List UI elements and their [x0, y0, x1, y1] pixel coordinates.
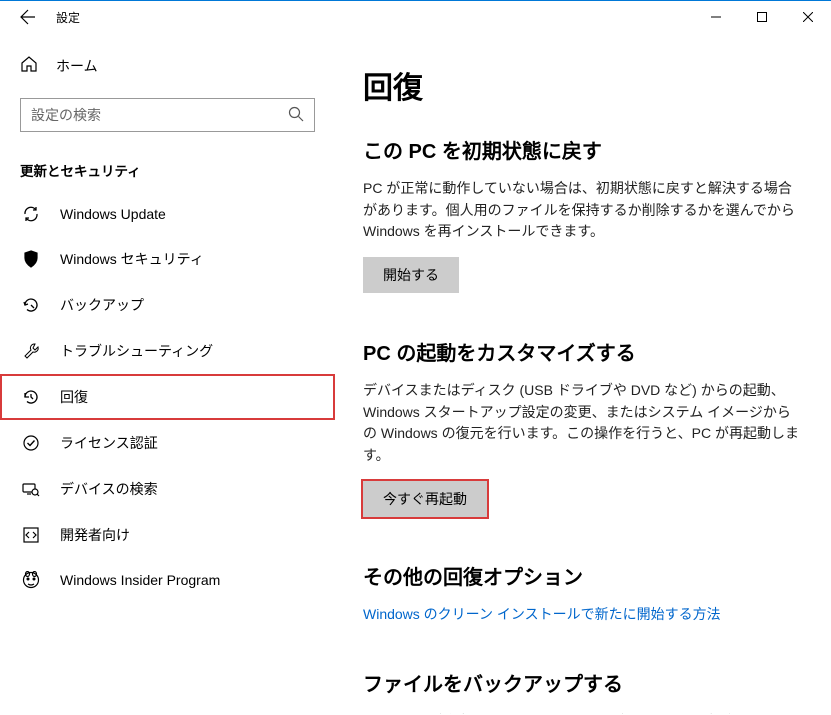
section-title-reset: この PC を初期状態に戻す [363, 135, 803, 164]
window-controls [693, 1, 831, 33]
sidebar: ホーム 更新とセキュリティ Windows Update Windows セキュ… [0, 33, 335, 714]
sidebar-item-label: トラブルシューティング [60, 341, 213, 361]
page-title: 回復 [363, 63, 803, 107]
main-panel: 回復 この PC を初期状態に戻す PC が正常に動作していない場合は、初期状態… [335, 33, 831, 714]
maximize-icon [757, 12, 767, 22]
history-icon [22, 388, 40, 406]
section-startup: PC の起動をカスタマイズする デバイスまたはディスク (USB ドライブや D… [363, 337, 803, 517]
window-title: 設定 [56, 9, 80, 26]
minimize-button[interactable] [693, 1, 739, 33]
sidebar-item-troubleshoot[interactable]: トラブルシューティング [0, 328, 335, 374]
sidebar-item-windows-security[interactable]: Windows セキュリティ [0, 236, 335, 282]
code-icon [22, 526, 40, 544]
sidebar-item-label: デバイスの検索 [60, 479, 158, 499]
content: ホーム 更新とセキュリティ Windows Update Windows セキュ… [0, 33, 831, 714]
section-other: その他の回復オプション Windows のクリーン インストールで新たに開始する… [363, 561, 803, 624]
section-backup: ファイルをバックアップする PC で問題が発生したら、元のファイルが見つからない… [363, 668, 803, 714]
home-icon [20, 55, 38, 76]
sync-icon [22, 205, 40, 223]
sidebar-item-label: バックアップ [60, 295, 144, 315]
sidebar-item-label: 回復 [60, 387, 88, 407]
sidebar-section-label: 更新とセキュリティ [0, 132, 335, 192]
sidebar-item-find-device[interactable]: デバイスの検索 [0, 466, 335, 512]
close-icon [803, 12, 813, 22]
backup-icon [22, 296, 40, 314]
titlebar: 設定 [0, 1, 831, 33]
check-circle-icon [22, 434, 40, 452]
section-title-startup: PC の起動をカスタマイズする [363, 337, 803, 366]
search-input[interactable] [31, 107, 288, 123]
back-button[interactable] [8, 1, 48, 33]
sidebar-item-recovery[interactable]: 回復 [0, 374, 335, 420]
section-desc-reset: PC が正常に動作していない場合は、初期状態に戻すと解決する場合があります。個人… [363, 178, 803, 243]
sidebar-item-label: ライセンス認証 [60, 433, 158, 453]
sidebar-item-label: Windows セキュリティ [60, 249, 204, 269]
sidebar-item-insider[interactable]: Windows Insider Program [0, 558, 335, 602]
arrow-left-icon [20, 9, 36, 25]
home-label: ホーム [56, 56, 98, 76]
clean-install-link[interactable]: Windows のクリーン インストールで新たに開始する方法 [363, 606, 721, 622]
section-desc-startup: デバイスまたはディスク (USB ドライブや DVD など) からの起動、Win… [363, 380, 803, 467]
sidebar-item-activation[interactable]: ライセンス認証 [0, 420, 335, 466]
maximize-button[interactable] [739, 1, 785, 33]
close-button[interactable] [785, 1, 831, 33]
sidebar-item-label: Windows Update [60, 206, 166, 222]
wrench-icon [22, 342, 40, 360]
shield-icon [22, 250, 40, 268]
section-title-other: その他の回復オプション [363, 561, 803, 590]
section-title-backup: ファイルをバックアップする [363, 668, 803, 697]
sidebar-item-developers[interactable]: 開発者向け [0, 512, 335, 558]
insider-icon [22, 571, 40, 589]
section-desc-backup: PC で問題が発生したら、元のファイルが見つからない場合、壊れている場合、または… [363, 711, 803, 714]
sidebar-item-home[interactable]: ホーム [0, 45, 335, 86]
search-icon [288, 106, 304, 125]
sidebar-item-label: 開発者向け [60, 525, 130, 545]
sidebar-item-backup[interactable]: バックアップ [0, 282, 335, 328]
sidebar-item-windows-update[interactable]: Windows Update [0, 192, 335, 236]
section-reset: この PC を初期状態に戻す PC が正常に動作していない場合は、初期状態に戻す… [363, 135, 803, 293]
search-box[interactable] [20, 98, 315, 132]
reset-start-button[interactable]: 開始する [363, 257, 459, 293]
restart-now-button[interactable]: 今すぐ再起動 [363, 481, 487, 517]
sidebar-item-label: Windows Insider Program [60, 572, 220, 588]
minimize-icon [711, 12, 721, 22]
find-device-icon [22, 480, 40, 498]
